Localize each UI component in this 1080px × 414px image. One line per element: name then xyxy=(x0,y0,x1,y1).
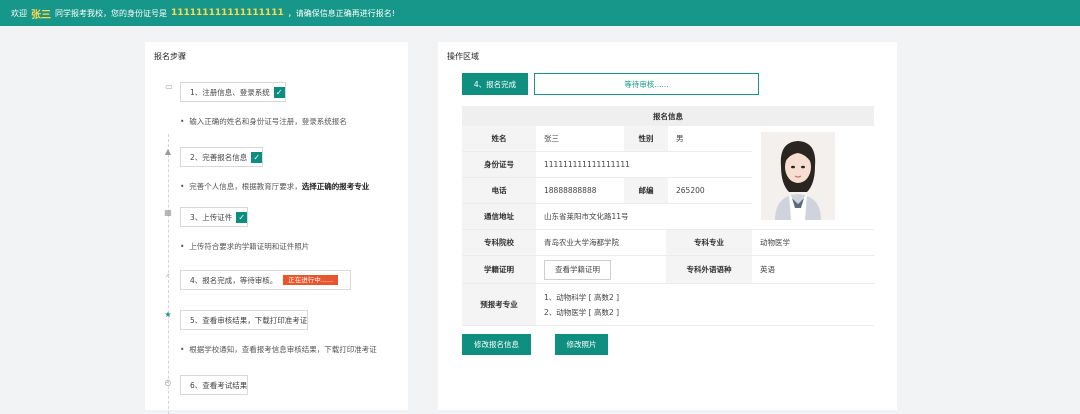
major-value: 动物医学 xyxy=(752,230,874,256)
name-label: 姓名 xyxy=(462,126,536,152)
spinner-icon: ◜ xyxy=(166,272,170,281)
step-6[interactable]: 6、查看考试结果 xyxy=(180,375,249,395)
step-4-label: 4、报名完成，等待审核。 xyxy=(190,275,278,285)
edit-photo-button[interactable]: 修改照片 xyxy=(555,334,608,355)
graduation-cap-icon: ▲ xyxy=(164,147,172,156)
zip-value: 265200 xyxy=(668,178,752,204)
apply-major-label: 预报考专业 xyxy=(462,284,536,326)
operation-panel: 操作区域 4、报名完成 等待审核...... 报名信息 姓名 张三 性别 男 身… xyxy=(438,42,897,410)
photo-cell xyxy=(752,126,874,230)
step-4-complete-button[interactable]: 4、报名完成 xyxy=(462,73,528,95)
gender-value: 男 xyxy=(668,126,752,152)
view-cert-button[interactable]: 查看学籍证明 xyxy=(544,259,611,280)
welcome-tail-text: ，请确保信息正确再进行报名! xyxy=(287,8,395,18)
language-value: 英语 xyxy=(752,256,874,284)
student-name: 张三 xyxy=(31,9,51,21)
apply-major-list: 1、动物科学 [ 高数2 ] 2、动物医学 [ 高数2 ] xyxy=(536,284,874,326)
step-2[interactable]: 2、完善报名信息 ✓ xyxy=(180,147,264,167)
name-value: 张三 xyxy=(536,126,624,152)
gender-label: 性别 xyxy=(624,126,668,152)
check-icon: ✓ xyxy=(236,211,248,223)
in-progress-badge: 正在进行中...... xyxy=(283,275,339,285)
id-number: 111111111111111111 xyxy=(171,8,284,18)
steps-panel: 报名步骤 ▭ 1、注册信息、登录系统 ✓ • 输入正确的姓名和身份证号注册，登录… xyxy=(145,42,408,414)
phone-value: 18888888888 xyxy=(536,178,624,204)
major-label: 专科专业 xyxy=(666,230,752,256)
zip-label: 邮编 xyxy=(624,178,668,204)
welcome-text: 欢迎 xyxy=(11,8,27,18)
step-1[interactable]: 1、注册信息、登录系统 ✓ xyxy=(180,82,286,102)
phone-label: 电话 xyxy=(462,178,536,204)
step-5[interactable]: 5、查看审核结果，下载打印准考证 xyxy=(180,310,309,330)
step-3-desc: • 上传符合要求的学籍证明和证件照片 xyxy=(180,242,310,251)
step-3-label: 3、上传证件 xyxy=(190,212,233,222)
student-photo xyxy=(761,132,835,220)
operation-title: 操作区域 xyxy=(447,52,479,61)
star-icon: ★ xyxy=(164,310,172,319)
id-card-icon: ▦ xyxy=(164,208,172,217)
status-box: 等待审核...... xyxy=(534,73,759,95)
steps-title: 报名步骤 xyxy=(154,52,186,61)
edit-info-button[interactable]: 修改报名信息 xyxy=(462,334,531,355)
school-value: 青岛农业大学海都学院 xyxy=(536,230,666,256)
step-1-desc: • 输入正确的姓名和身份证号注册，登录系统报名 xyxy=(180,117,347,126)
info-table-title: 报名信息 xyxy=(462,106,874,126)
step-4[interactable]: 4、报名完成，等待审核。 正在进行中...... xyxy=(180,270,351,290)
check-icon: ✓ xyxy=(251,151,263,163)
id-label: 身份证号 xyxy=(462,152,536,178)
language-label: 专科外语语种 xyxy=(666,256,752,284)
cert-cell: 查看学籍证明 xyxy=(536,256,666,284)
id-value: 111111111111111111 xyxy=(536,152,752,178)
step-5-desc: • 根据学校通知，查看报考信息审核结果，下载打印准考证 xyxy=(180,345,377,354)
cert-label: 学籍证明 xyxy=(462,256,536,284)
apply-major-item: 2、动物医学 [ 高数2 ] xyxy=(544,307,620,317)
step-3[interactable]: 3、上传证件 ✓ xyxy=(180,207,249,227)
step-6-label: 6、查看考试结果 xyxy=(190,380,248,390)
check-icon: ✓ xyxy=(273,86,285,98)
welcome-middle-text: 同学报考我校，您的身份证号是 xyxy=(55,8,167,18)
step-2-desc: • 完善个人信息，根据教育厅要求，选择正确的报考专业 xyxy=(180,182,370,191)
address-value: 山东省莱阳市文化路11号 xyxy=(536,204,752,230)
school-label: 专科院校 xyxy=(462,230,536,256)
apply-major-item: 1、动物科学 [ 高数2 ] xyxy=(544,292,620,302)
address-label: 通信地址 xyxy=(462,204,536,230)
step-2-label: 2、完善报名信息 xyxy=(190,152,248,162)
monitor-icon: ▭ xyxy=(165,82,173,91)
welcome-bar: 欢迎 张三 同学报考我校，您的身份证号是 111111111111111111 … xyxy=(0,0,1080,26)
clock-icon: ◴ xyxy=(164,378,172,387)
step-1-label: 1、注册信息、登录系统 xyxy=(190,87,270,97)
step-5-label: 5、查看审核结果，下载打印准考证 xyxy=(190,315,308,325)
